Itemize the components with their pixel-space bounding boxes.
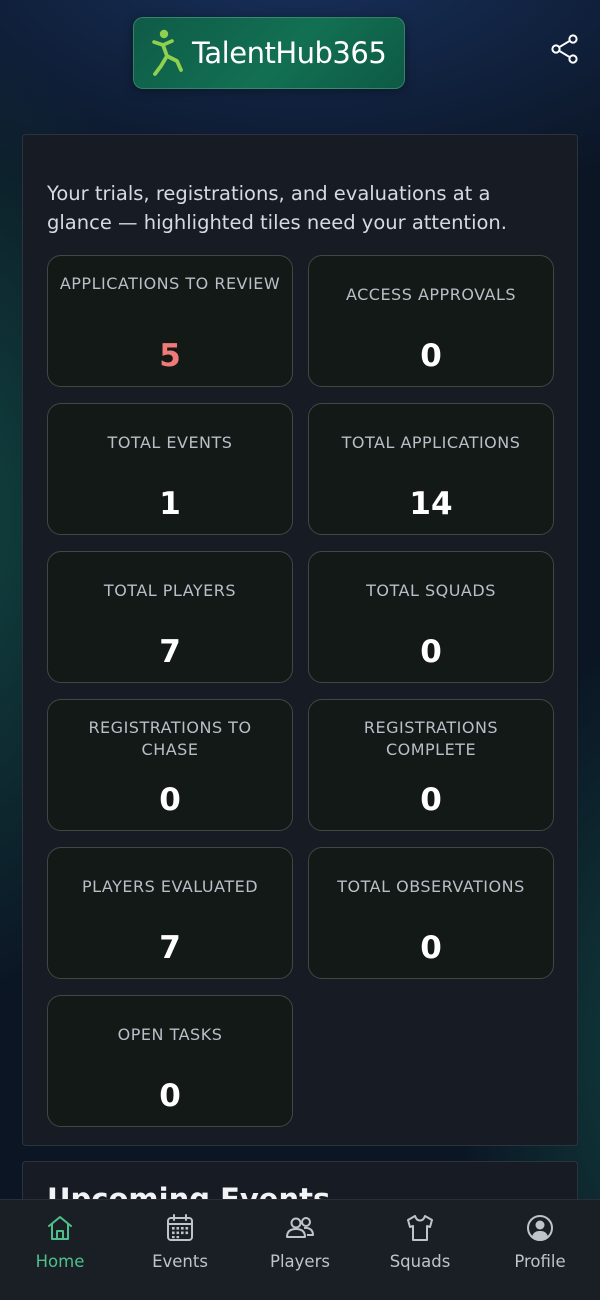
- tile-value: 1: [159, 486, 181, 522]
- nav-events[interactable]: Events: [120, 1200, 240, 1300]
- tile-label: TOTAL OBSERVATIONS: [337, 877, 525, 896]
- tile-value: 5: [159, 338, 181, 374]
- tile-value: 0: [420, 634, 442, 670]
- nav-label: Squads: [389, 1252, 451, 1271]
- share-button[interactable]: [546, 30, 584, 68]
- tile-players-evaluated[interactable]: PLAYERS EVALUATED 7: [47, 847, 293, 979]
- tile-label: OPEN TASKS: [117, 1025, 223, 1044]
- nav-squads[interactable]: Squads: [360, 1200, 480, 1300]
- home-icon: [44, 1212, 76, 1244]
- logo-text: TalentHub365: [192, 36, 387, 70]
- profile-icon: [524, 1212, 556, 1244]
- tile-value: 0: [420, 782, 442, 818]
- nav-players[interactable]: Players: [240, 1200, 360, 1300]
- bottom-navigation: Home Events Players Squads Profile: [0, 1199, 600, 1300]
- tile-value: 0: [159, 1078, 181, 1114]
- tile-label: REGISTRATIONS COMPLETE: [363, 718, 499, 759]
- tile-value: 0: [420, 338, 442, 374]
- tile-value: 7: [159, 930, 181, 966]
- summary-intro-text: Your trials, registrations, and evaluati…: [47, 182, 507, 234]
- tile-value: 14: [409, 486, 453, 522]
- athlete-logo-icon: [152, 29, 183, 76]
- nav-label: Home: [35, 1252, 85, 1271]
- tile-label: PLAYERS EVALUATED: [81, 877, 259, 896]
- tile-label: APPLICATIONS TO REVIEW: [59, 274, 281, 293]
- nav-profile[interactable]: Profile: [480, 1200, 600, 1300]
- nav-home[interactable]: Home: [0, 1200, 120, 1300]
- tile-total-observations[interactable]: TOTAL OBSERVATIONS 0: [308, 847, 554, 979]
- app-header: TalentHub365: [0, 0, 600, 110]
- tile-value: 0: [159, 782, 181, 818]
- nav-label: Profile: [514, 1252, 566, 1271]
- nav-label: Players: [270, 1252, 330, 1271]
- tile-label: ACCESS APPROVALS: [345, 285, 517, 304]
- users-icon: [284, 1212, 316, 1244]
- dashboard-summary-panel: Your trials, registrations, and evaluati…: [22, 134, 578, 1146]
- tile-label: TOTAL SQUADS: [366, 581, 496, 600]
- tile-registrations-to-chase[interactable]: REGISTRATIONS TO CHASE 0: [47, 699, 293, 831]
- tile-label: TOTAL APPLICATIONS: [341, 433, 521, 452]
- calendar-icon: [164, 1212, 196, 1244]
- nav-label: Events: [152, 1252, 208, 1271]
- shirt-icon: [404, 1212, 436, 1244]
- tile-label: REGISTRATIONS TO CHASE: [88, 718, 252, 759]
- tile-label: TOTAL PLAYERS: [103, 581, 237, 600]
- tile-total-applications[interactable]: TOTAL APPLICATIONS 14: [308, 403, 554, 535]
- app-logo[interactable]: TalentHub365: [133, 17, 405, 89]
- tile-access-approvals[interactable]: ACCESS APPROVALS 0: [308, 255, 554, 387]
- tile-applications-to-review[interactable]: APPLICATIONS TO REVIEW 5: [47, 255, 293, 387]
- tile-open-tasks[interactable]: OPEN TASKS 0: [47, 995, 293, 1127]
- share-icon: [551, 34, 578, 64]
- tile-total-events[interactable]: TOTAL EVENTS 1: [47, 403, 293, 535]
- tile-total-players[interactable]: TOTAL PLAYERS 7: [47, 551, 293, 683]
- tile-value: 7: [159, 634, 181, 670]
- tile-value: 0: [420, 930, 442, 966]
- tile-total-squads[interactable]: TOTAL SQUADS 0: [308, 551, 554, 683]
- tile-label: TOTAL EVENTS: [107, 433, 233, 452]
- tile-registrations-complete[interactable]: REGISTRATIONS COMPLETE 0: [308, 699, 554, 831]
